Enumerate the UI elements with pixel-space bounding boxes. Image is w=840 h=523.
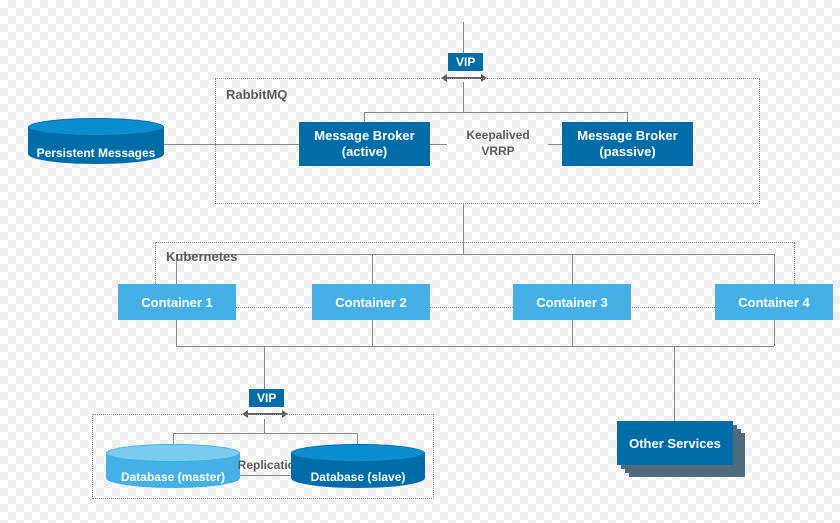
message-broker-passive: Message Broker (passive)	[562, 122, 693, 166]
text: (passive)	[599, 144, 655, 160]
connector	[364, 112, 365, 122]
container-2: Container 2	[312, 284, 430, 320]
database-master: Database (master)	[106, 444, 240, 488]
connector	[176, 346, 774, 347]
connector	[463, 22, 464, 54]
connector	[774, 320, 775, 346]
vip-badge-db: VIP	[249, 389, 284, 407]
message-broker-active: Message Broker (active)	[299, 122, 430, 166]
persistent-messages-db: Persistent Messages	[28, 118, 164, 164]
connector	[572, 320, 573, 346]
connector	[627, 112, 628, 122]
kubernetes-group: Kubernetes	[155, 242, 795, 308]
rabbitmq-title: RabbitMQ	[226, 87, 287, 102]
persistent-messages-label: Persistent Messages	[28, 146, 164, 160]
database-master-label: Database (master)	[106, 470, 240, 484]
connector	[372, 320, 373, 346]
diagram-canvas: VIP RabbitMQ Persistent Messages Message…	[0, 0, 840, 523]
connector	[176, 320, 177, 346]
other-services-stack: Other Services	[617, 421, 733, 465]
container-3: Container 3	[513, 284, 631, 320]
database-slave-label: Database (slave)	[291, 470, 425, 484]
connector	[264, 346, 265, 390]
connector	[430, 144, 447, 145]
kubernetes-title: Kubernetes	[166, 249, 238, 264]
keepalived-label: Keepalived	[438, 129, 558, 143]
database-slave: Database (slave)	[291, 444, 425, 488]
text: Message Broker	[577, 128, 677, 144]
connector	[548, 144, 562, 145]
connector	[463, 204, 464, 242]
other-services-card: Other Services	[617, 421, 733, 465]
connector	[364, 112, 628, 113]
connector	[240, 475, 290, 476]
connector	[674, 346, 675, 421]
connector	[164, 144, 299, 145]
connector	[173, 433, 358, 434]
text: Message Broker	[314, 128, 414, 144]
connector	[463, 82, 464, 112]
container-4: Container 4	[715, 284, 833, 320]
container-1: Container 1	[118, 284, 236, 320]
text: (active)	[342, 144, 388, 160]
vrrp-label: VRRP	[438, 145, 558, 159]
vip-badge-top: VIP	[448, 53, 483, 71]
connector	[264, 419, 265, 433]
